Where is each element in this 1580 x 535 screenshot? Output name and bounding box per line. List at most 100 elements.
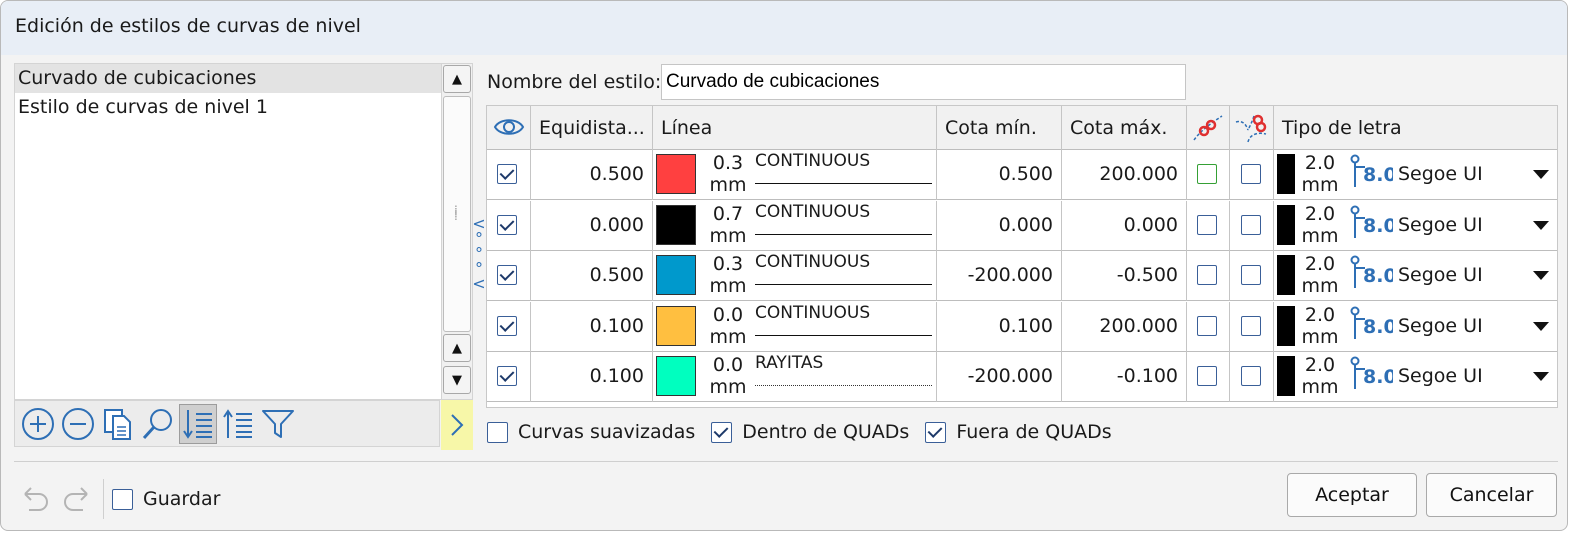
cota-max-cell[interactable]: -0.500 [1062, 251, 1187, 301]
cota-min-cell[interactable]: 0.500 [937, 150, 1062, 200]
split-checkbox[interactable] [1241, 265, 1261, 285]
font-cell[interactable]: 2.0mm 8.0Segoe UI [1274, 302, 1557, 352]
option-2[interactable]: Fuera de QUADs [925, 421, 1112, 443]
cota-max-cell[interactable]: 0.000 [1062, 200, 1187, 251]
header-split[interactable] [1230, 106, 1274, 150]
smooth-checkbox[interactable] [1197, 265, 1217, 285]
grid-row[interactable]: 0.1000.0mmCONTINUOUS0.100200.0002.0mm8.0… [487, 301, 1557, 352]
split-cell[interactable] [1230, 200, 1274, 251]
redo-icon[interactable] [59, 482, 95, 516]
smooth-cell[interactable] [1187, 150, 1230, 200]
line-color-swatch[interactable] [656, 154, 696, 194]
remove-style-button[interactable] [59, 404, 97, 444]
option-checkbox[interactable] [711, 421, 733, 443]
visible-checkbox[interactable] [497, 315, 517, 336]
cota-min-cell[interactable]: -200.000 [937, 251, 1062, 301]
line-cell[interactable]: 0.3 mm CONTINUOUS [653, 150, 937, 200]
split-cell[interactable] [1230, 150, 1274, 200]
style-list-scrollbar[interactable]: ▲ ⁞ ⁞ ▲ ▼ [441, 63, 473, 400]
grid-row[interactable]: 0.1000.0mmRAYITAS-200.000-0.100 2.0mm8.0S… [487, 352, 1557, 402]
smooth-checkbox[interactable] [1197, 164, 1217, 184]
font-color-swatch[interactable] [1277, 154, 1295, 194]
equidist-cell[interactable]: 0.000 [531, 200, 653, 251]
smooth-cell[interactable] [1187, 352, 1230, 402]
cancel-button[interactable]: Cancelar [1426, 473, 1557, 517]
equidist-cell[interactable]: 0.100 [531, 301, 653, 352]
header-font[interactable]: Tipo de letra [1274, 106, 1557, 150]
font-cell[interactable]: 2.0mm 8.0Segoe UI [1274, 352, 1557, 402]
header-cota-min[interactable]: Cota mín. [937, 106, 1062, 150]
font-cell[interactable]: 2.0mm 8.0Segoe UI [1274, 251, 1557, 301]
font-cell[interactable]: 2.0mm 8.0Segoe UI [1274, 201, 1557, 251]
cota-max-cell[interactable]: 200.000 [1062, 150, 1187, 200]
line-cell[interactable]: 0.7 mm CONTINUOUS [653, 200, 937, 251]
splitter-handle[interactable]: < ° ° ° < [472, 216, 486, 296]
split-cell[interactable] [1230, 251, 1274, 301]
option-checkbox[interactable] [925, 421, 947, 443]
visible-cell[interactable] [487, 200, 531, 251]
font-dropdown-arrow-icon[interactable] [1533, 321, 1549, 331]
line-color-swatch[interactable] [656, 356, 696, 396]
smooth-cell[interactable] [1187, 251, 1230, 301]
undo-icon[interactable] [17, 482, 53, 516]
visible-cell[interactable] [487, 150, 531, 200]
line-color-swatch[interactable] [656, 305, 696, 346]
sort-descending-button[interactable] [179, 403, 217, 444]
grid-row[interactable]: 0.500 0.3 mm CONTINUOUS -200.000 -0.500 2.0 mm 8… [487, 251, 1557, 301]
grid-row[interactable]: 0.0000.7mmCONTINUOUS0.0000.0002.0mm8.0Se… [487, 200, 1557, 251]
cota-min-cell[interactable]: -200.000 [937, 352, 1062, 402]
font-color-swatch[interactable] [1277, 255, 1295, 295]
split-checkbox[interactable] [1241, 164, 1261, 184]
visible-checkbox[interactable] [497, 265, 517, 285]
add-style-button[interactable] [19, 404, 57, 444]
font-color-swatch[interactable] [1277, 204, 1295, 245]
font-cell[interactable]: 2.0mm 8.0Segoe UI [1274, 150, 1557, 200]
style-name-input[interactable] [661, 64, 1186, 100]
option-0[interactable]: Curvas suavizadas [487, 421, 695, 443]
save-option[interactable]: Guardar [112, 488, 220, 510]
font-dropdown-arrow-icon[interactable] [1533, 220, 1549, 230]
split-checkbox[interactable] [1241, 366, 1261, 386]
save-checkbox[interactable] [112, 488, 133, 510]
font-dropdown-arrow-icon[interactable] [1533, 170, 1549, 179]
copy-style-button[interactable] [99, 404, 137, 444]
visible-cell[interactable] [487, 251, 531, 301]
visible-checkbox[interactable] [497, 214, 517, 235]
option-checkbox[interactable] [487, 421, 508, 443]
font-dropdown-arrow-icon[interactable] [1533, 271, 1549, 280]
split-checkbox[interactable] [1241, 315, 1261, 336]
header-smooth[interactable] [1187, 106, 1230, 150]
line-cell[interactable]: 0.0 mm CONTINUOUS [653, 301, 937, 352]
cota-max-cell[interactable]: -0.100 [1062, 352, 1187, 402]
visible-checkbox[interactable] [497, 164, 517, 184]
line-cell[interactable]: 0.0 mm RAYITAS [653, 352, 937, 402]
style-list[interactable]: Curvado de cubicaciones Estilo de curvas … [14, 63, 441, 400]
font-color-swatch[interactable] [1277, 305, 1295, 346]
visible-cell[interactable] [487, 301, 531, 352]
equidist-cell[interactable]: 0.500 [531, 150, 653, 200]
sort-ascending-button[interactable] [219, 404, 257, 444]
accept-button[interactable]: Aceptar [1287, 473, 1417, 517]
visible-cell[interactable] [487, 352, 531, 402]
style-list-item[interactable]: Curvado de cubicaciones [15, 64, 441, 93]
split-checkbox[interactable] [1241, 214, 1261, 235]
equidist-cell[interactable]: 0.500 [531, 251, 653, 301]
search-style-button[interactable] [139, 404, 177, 444]
header-cota-max[interactable]: Cota máx. [1062, 106, 1187, 150]
grid-row[interactable]: 0.5000.3mmCONTINUOUS0.500200.0002.0mm8.0… [487, 150, 1557, 200]
split-cell[interactable] [1230, 301, 1274, 352]
header-equidist[interactable]: Equidista... [531, 106, 653, 150]
split-cell[interactable] [1230, 352, 1274, 402]
font-dropdown-arrow-icon[interactable] [1533, 372, 1549, 381]
header-linea[interactable]: Línea [653, 106, 937, 150]
header-visible[interactable] [487, 106, 531, 150]
cota-min-cell[interactable]: 0.100 [937, 301, 1062, 352]
scroll-thumb[interactable]: ⁞ ⁞ [443, 96, 471, 332]
smooth-checkbox[interactable] [1197, 366, 1217, 386]
line-color-swatch[interactable] [656, 204, 696, 245]
smooth-cell[interactable] [1187, 200, 1230, 251]
equidist-cell[interactable]: 0.100 [531, 352, 653, 402]
filter-button[interactable] [259, 404, 297, 444]
option-1[interactable]: Dentro de QUADs [711, 421, 909, 443]
move-down-button[interactable]: ▼ [443, 366, 471, 394]
